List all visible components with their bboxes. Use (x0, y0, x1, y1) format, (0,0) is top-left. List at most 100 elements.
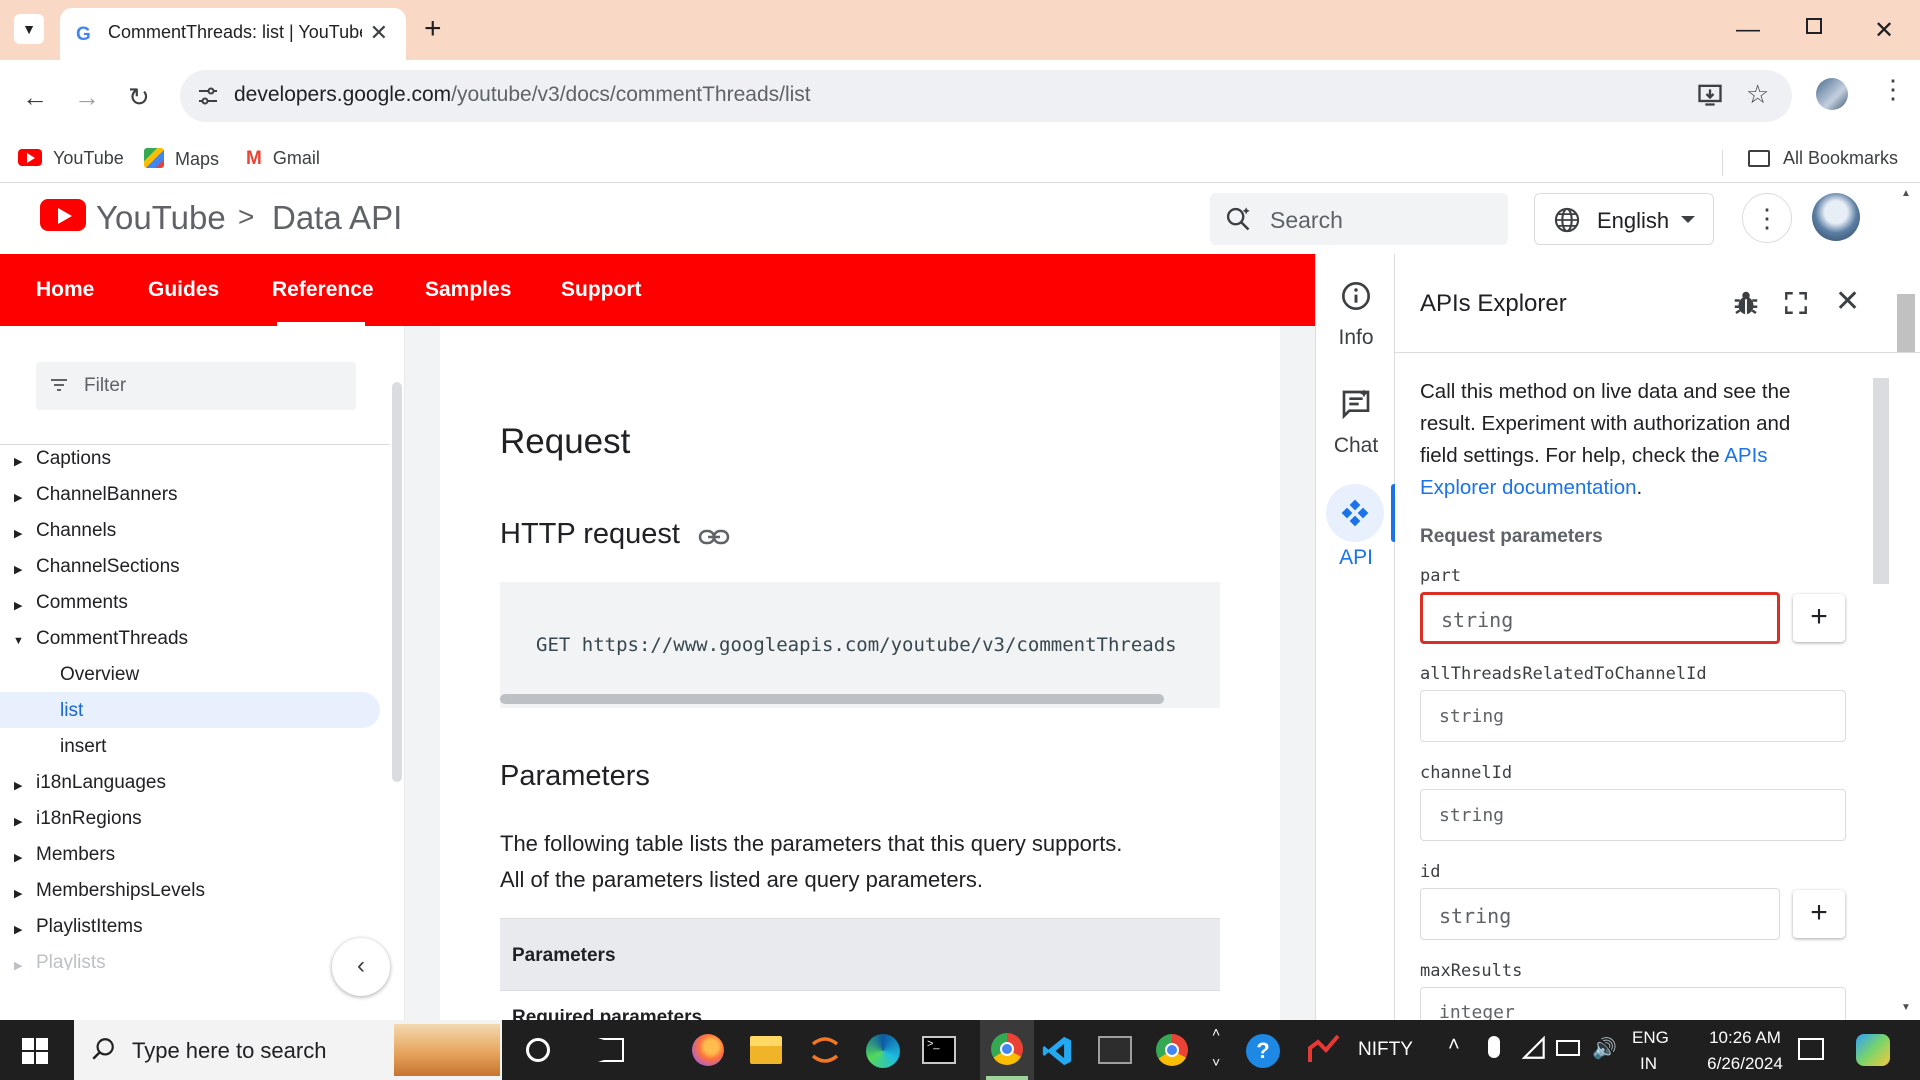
back-icon[interactable]: ← (22, 82, 48, 113)
link-icon[interactable] (698, 527, 730, 547)
nav-home[interactable]: Home (36, 278, 94, 302)
browser-menu-icon[interactable]: ⋮ (1880, 76, 1906, 102)
param-input-channelid[interactable]: string (1420, 789, 1846, 841)
input-language-line2[interactable]: IN (1640, 1054, 1657, 1074)
collapse-sidebar-button[interactable]: ‹ (332, 938, 390, 996)
taskbar-search-box[interactable]: Type here to search (74, 1020, 502, 1080)
nav-support[interactable]: Support (561, 278, 641, 302)
language-selector[interactable]: English (1534, 193, 1714, 245)
minimize-button[interactable]: — (1736, 16, 1760, 44)
copilot-icon[interactable] (1856, 1034, 1890, 1066)
command-prompt-icon[interactable] (1098, 1036, 1132, 1064)
expand-arrow-icon[interactable]: ▶ (14, 887, 22, 900)
rail-info[interactable]: Info (1316, 280, 1396, 360)
sidebar-scrollbar[interactable] (392, 382, 402, 782)
rail-chat[interactable]: Chat (1316, 388, 1396, 468)
notifications-icon[interactable] (1798, 1038, 1824, 1060)
bug-icon[interactable] (1731, 288, 1761, 318)
close-panel-icon[interactable]: ✕ (1835, 284, 1860, 319)
help-icon[interactable]: ? (1246, 1034, 1280, 1068)
profile-avatar[interactable] (1816, 78, 1848, 110)
sidebar-item-channelsections[interactable]: ChannelSections (36, 556, 180, 578)
taskbar-overflow-down-icon[interactable]: ˅ (1212, 1054, 1220, 1070)
expand-arrow-icon[interactable]: ▶ (14, 563, 22, 576)
rail-api-active[interactable]: API (1316, 484, 1396, 570)
sidebar-item-insert[interactable]: insert (60, 736, 106, 758)
expand-arrow-icon[interactable]: ▶ (14, 455, 22, 468)
tab-search-button[interactable]: ▼ (14, 14, 44, 44)
sidebar-item-i18nlanguages[interactable]: i18nLanguages (36, 772, 166, 794)
tray-overflow-icon[interactable]: ˄ (1448, 1034, 1460, 1057)
sidebar-item-captions[interactable]: Captions (36, 448, 111, 470)
page-scroll-up-icon[interactable]: ▲ (1901, 188, 1911, 199)
install-app-icon[interactable] (1696, 80, 1724, 108)
windows-start-icon[interactable] (22, 1038, 48, 1064)
sidebar-item-commentthreads[interactable]: CommentThreads (36, 628, 188, 650)
collapse-arrow-icon[interactable]: ▼ (13, 635, 24, 647)
filter-input[interactable]: Filter (36, 362, 356, 410)
sidebar-item-list[interactable]: list (60, 700, 83, 722)
nav-reference[interactable]: Reference (272, 278, 374, 302)
code-scrollbar[interactable] (500, 694, 1164, 704)
site-search-input[interactable]: Search (1210, 193, 1508, 245)
page-scroll-down-icon[interactable]: ▼ (1901, 1002, 1911, 1013)
restore-button[interactable] (1806, 18, 1822, 34)
sidebar-item-playlists[interactable]: Playlists (36, 952, 106, 970)
add-part-value-button[interactable]: + (1793, 594, 1845, 642)
bookmark-youtube[interactable]: YouTube (18, 148, 124, 169)
sidebar-item-overview[interactable]: Overview (60, 664, 139, 686)
youtube-logo-icon[interactable] (40, 199, 86, 231)
clock-date[interactable]: 6/26/2024 (1690, 1054, 1800, 1074)
nav-guides[interactable]: Guides (148, 278, 219, 302)
expand-arrow-icon[interactable]: ▶ (14, 779, 22, 792)
user-avatar[interactable] (1812, 193, 1860, 241)
volume-icon[interactable]: 🔊 (1592, 1036, 1617, 1061)
bookmark-maps[interactable]: Maps (144, 148, 219, 170)
battery-icon[interactable] (1556, 1040, 1580, 1056)
expand-arrow-icon[interactable]: ▶ (14, 527, 22, 540)
expand-arrow-icon[interactable]: ▶ (14, 959, 22, 972)
bookmark-gmail[interactable]: M Gmail (246, 148, 320, 170)
sidebar-item-i18nregions[interactable]: i18nRegions (36, 808, 142, 830)
input-language-line1[interactable]: ENG (1632, 1028, 1669, 1048)
taskbar-overflow-up-icon[interactable]: ˄ (1212, 1024, 1220, 1040)
param-input-id[interactable]: string (1420, 888, 1780, 940)
microphone-icon[interactable] (1488, 1036, 1500, 1058)
explorer-scrollbar[interactable] (1873, 378, 1889, 584)
file-explorer-icon[interactable] (750, 1036, 782, 1064)
more-options-icon[interactable]: ⋮ (1742, 193, 1792, 243)
fullscreen-icon[interactable] (1783, 290, 1809, 316)
section-name[interactable]: Data API (272, 199, 402, 237)
reload-icon[interactable]: ↻ (128, 82, 150, 113)
param-input-maxresults[interactable]: integer (1420, 987, 1846, 1020)
sidebar-item-members[interactable]: Members (36, 844, 115, 866)
clock-time[interactable]: 10:26 AM (1690, 1028, 1800, 1048)
active-tab[interactable]: G CommentThreads: list | YouTube ✕ (60, 8, 406, 60)
vscode-icon[interactable] (1040, 1034, 1074, 1068)
chrome-active-icon[interactable] (980, 1020, 1034, 1080)
param-input-part[interactable]: string (1420, 592, 1780, 644)
sidebar-item-list-selected[interactable] (0, 692, 380, 728)
sidebar-item-channels[interactable]: Channels (36, 520, 116, 542)
chrome-profile-icon[interactable] (1156, 1034, 1188, 1066)
expand-arrow-icon[interactable]: ▶ (14, 599, 22, 612)
product-name[interactable]: YouTube (96, 199, 226, 237)
edge-icon[interactable] (866, 1034, 900, 1068)
expand-arrow-icon[interactable]: ▶ (14, 491, 22, 504)
stock-label[interactable]: NIFTY (1358, 1039, 1413, 1061)
task-view-icon[interactable] (598, 1038, 624, 1062)
address-bar[interactable]: developers.google.com/youtube/v3/docs/co… (180, 70, 1792, 122)
sidebar-item-channelbanners[interactable]: ChannelBanners (36, 484, 178, 506)
jupyter-icon[interactable] (810, 1032, 840, 1068)
bookmark-star-icon[interactable]: ☆ (1746, 79, 1769, 110)
param-input-allthreadsrelatedtochannelid[interactable]: string (1420, 690, 1846, 742)
nav-samples[interactable]: Samples (425, 278, 511, 302)
terminal-icon[interactable]: >_ (922, 1036, 956, 1064)
add-id-value-button[interactable]: + (1793, 890, 1845, 938)
site-info-icon[interactable] (196, 84, 220, 108)
wifi-icon[interactable] (1522, 1036, 1548, 1060)
sidebar-item-playlistitems[interactable]: PlaylistItems (36, 916, 143, 938)
forward-icon[interactable]: → (74, 82, 100, 113)
all-bookmarks[interactable]: All Bookmarks (1748, 148, 1898, 169)
new-tab-button[interactable]: + (424, 12, 442, 46)
